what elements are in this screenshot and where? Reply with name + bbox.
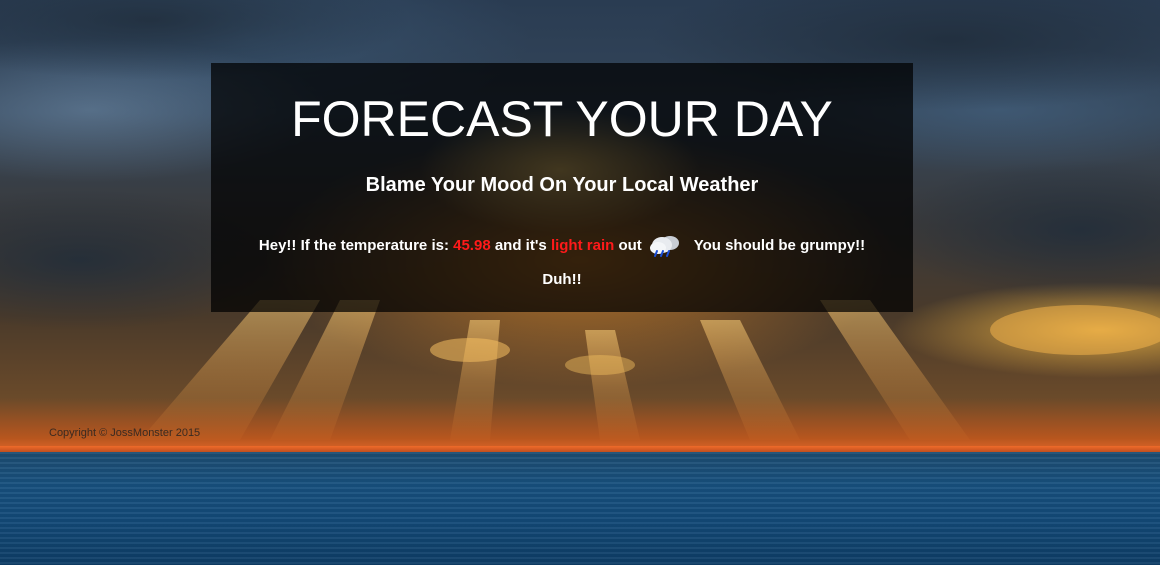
temperature-value: 45.98 [453, 237, 491, 254]
copyright-footer: Copyright © JossMonster 2015 [49, 427, 201, 439]
page-subtitle: Blame Your Mood On Your Local Weather [365, 174, 759, 196]
mood-closer: Duh!! [542, 271, 582, 288]
sea [0, 452, 1160, 565]
mood-prefix: Hey!! If the temperature is: [258, 237, 449, 254]
forecast-panel: FORECAST YOUR DAY Blame Your Mood On You… [211, 63, 913, 312]
weather-condition: light rain [550, 237, 615, 254]
mood-verdict: You should be grumpy!! [693, 237, 866, 254]
rain-cloud-icon [648, 234, 682, 258]
mood-suffix: out [618, 237, 642, 254]
mood-message: Hey!! If the temperature is: 45.98 and i… [231, 229, 893, 297]
page-title: FORECAST YOUR DAY [291, 91, 833, 147]
mood-middle: and it's [494, 237, 547, 254]
